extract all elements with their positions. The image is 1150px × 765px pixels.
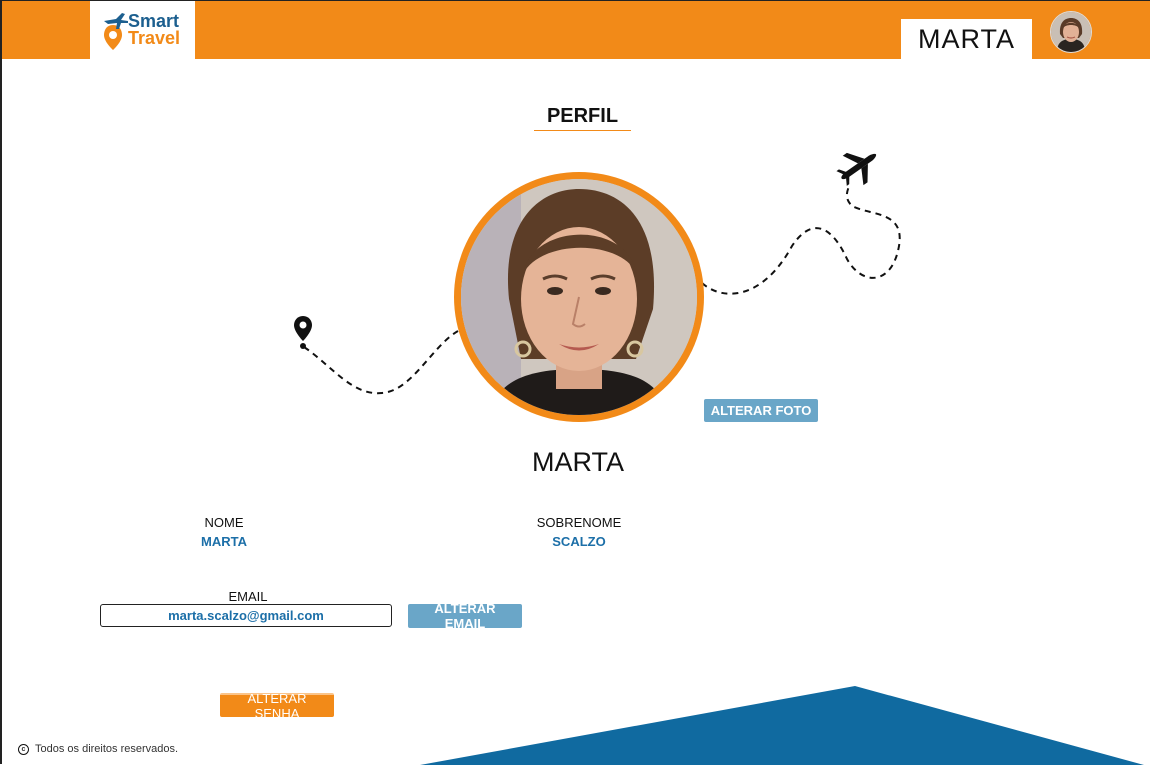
footer-text: Todos os direitos reservados. [35,743,179,755]
footer-wave-decoration [420,686,1144,765]
footer: c Todos os direitos reservados. [18,743,178,755]
copyright-icon: c [18,743,29,755]
